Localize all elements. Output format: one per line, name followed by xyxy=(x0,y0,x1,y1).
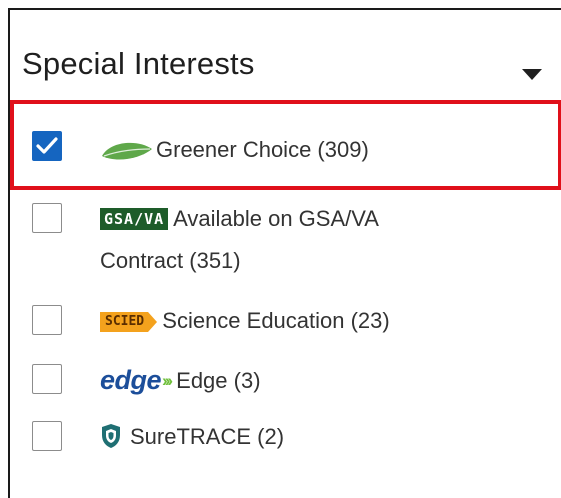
edge-logo: edge››› xyxy=(100,365,173,395)
filter-item-gsa-va[interactable]: GSA/VA Available on GSA/VA Contract (351… xyxy=(100,198,480,282)
gsa-va-label-line1: Available on GSA/VA xyxy=(173,206,379,231)
shield-icon xyxy=(102,424,120,448)
suretrace-checkbox[interactable] xyxy=(32,421,62,451)
greener-choice-checkbox[interactable] xyxy=(32,131,62,161)
filter-item-greener-choice[interactable]: Greener Choice (309) xyxy=(100,135,369,165)
gsa-va-checkbox[interactable] xyxy=(32,203,62,233)
special-interests-panel: Special Interests Greener Choice (309) G… xyxy=(8,8,561,498)
science-education-label: Science Education (23) xyxy=(162,308,390,333)
checkmark-icon xyxy=(36,137,58,154)
edge-checkbox[interactable] xyxy=(32,364,62,394)
chevrons-icon: ››› xyxy=(162,371,173,390)
suretrace-label: SureTRACE (2) xyxy=(130,424,285,449)
gsa-va-logo: GSA/VA xyxy=(100,208,169,230)
collapse-caret-icon[interactable] xyxy=(522,69,542,80)
science-education-checkbox[interactable] xyxy=(32,305,62,335)
scied-logo: SCIED xyxy=(100,312,158,332)
leaf-icon xyxy=(102,142,152,160)
filter-title: Special Interests xyxy=(22,46,255,81)
filter-item-suretrace[interactable]: SureTRACE (2) xyxy=(100,422,284,452)
greener-choice-label: Greener Choice (309) xyxy=(156,137,369,162)
filter-item-edge[interactable]: edge››› Edge (3) xyxy=(100,365,261,396)
filter-item-science-education[interactable]: SCIED Science Education (23) xyxy=(100,306,390,336)
edge-label: Edge (3) xyxy=(176,368,261,393)
gsa-va-label-line2: Contract (351) xyxy=(100,248,241,273)
